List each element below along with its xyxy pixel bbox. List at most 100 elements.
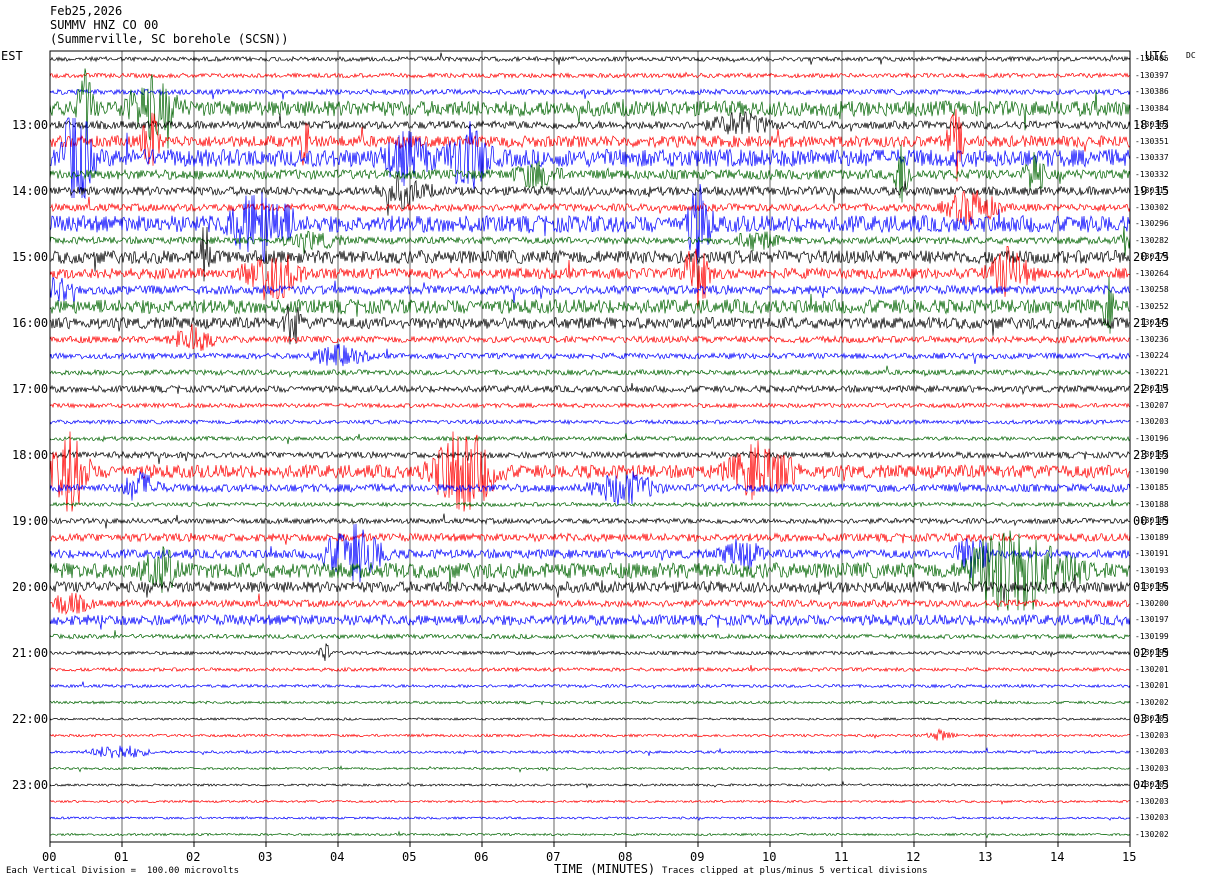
dc-offset-22: -130207: [1135, 400, 1169, 410]
x-tick-label-00: 00: [42, 850, 57, 864]
trace-line-26: [49, 431, 1131, 512]
trace-line-34: [49, 592, 1131, 615]
trace-line-46: [49, 799, 1131, 805]
dc-offset-27: -130185: [1135, 483, 1169, 492]
x-tick-label-14: 14: [1050, 850, 1065, 864]
dc-offset-19: -130224: [1135, 351, 1169, 360]
est-axis-label: EST: [1, 49, 23, 63]
trace-line-35: [49, 613, 1131, 630]
est-hour-label: 18:00: [12, 448, 49, 462]
x-tick-label-12: 12: [906, 850, 921, 864]
trace-line-23: [49, 418, 1131, 426]
trace-line-41: [49, 717, 1131, 721]
est-hour-label: 20:00: [12, 580, 49, 594]
dc-offset-15: -130258: [1135, 285, 1169, 294]
x-tick-label-13: 13: [978, 850, 993, 864]
trace-line-18: [49, 324, 1131, 351]
dc-offset-43: -130203: [1135, 747, 1169, 756]
dc-offset-1: -130405: [1135, 54, 1169, 63]
dc-offset-7: -130337: [1135, 153, 1169, 162]
est-hour-label: 16:00: [12, 316, 49, 330]
trace-line-21: [49, 383, 1131, 396]
dc-offset-17: -130247: [1135, 318, 1169, 327]
trace-line-37: [49, 643, 1131, 662]
dc-offset-11: -130296: [1135, 219, 1169, 228]
plot-frame: [49, 50, 1131, 843]
dc-offset-8: -130332: [1135, 169, 1169, 179]
dc-offset-29: -130189: [1135, 516, 1169, 525]
est-hour-label: 13:00: [12, 118, 49, 132]
dc-offset-13: -130274: [1135, 252, 1169, 261]
x-axis-title: TIME (MINUTES): [554, 862, 656, 876]
dc-offset-45: -130203: [1135, 780, 1169, 789]
trace-line-19: [49, 343, 1131, 367]
est-hour-label: 14:00: [12, 184, 49, 198]
trace-line-20: [49, 365, 1131, 378]
trace-line-3: [49, 88, 1131, 100]
dc-offset-23: -130203: [1135, 417, 1169, 426]
trace-line-47: [49, 816, 1131, 821]
est-hour-label: 21:00: [12, 646, 49, 660]
helicorder-plot: [49, 50, 1131, 847]
dc-offset-28: -130188: [1135, 499, 1169, 509]
dc-offset-39: -130201: [1135, 681, 1169, 690]
trace-line-2: [49, 71, 1131, 79]
trace-line-36: [49, 630, 1131, 641]
dc-offset-3: -130386: [1135, 87, 1169, 96]
trace-line-29: [49, 513, 1131, 529]
trace-line-42: [49, 728, 1131, 741]
dc-offset-41: -130203: [1135, 714, 1169, 723]
trace-line-30: [49, 532, 1131, 545]
clip-note: Traces clipped at plus/minus 5 vertical …: [662, 866, 928, 876]
dc-offset-10: -130302: [1135, 202, 1169, 212]
x-tick-label-09: 09: [690, 850, 705, 864]
x-tick-label-05: 05: [402, 850, 417, 864]
est-hour-label: 22:00: [12, 712, 49, 726]
trace-line-1: [49, 52, 1131, 65]
trace-line-39: [49, 681, 1131, 690]
dc-offset-36: -130199: [1135, 631, 1169, 641]
trace-line-33: [49, 574, 1131, 603]
dc-offset-40: -130202: [1135, 697, 1169, 707]
est-hour-label: 15:00: [12, 250, 49, 264]
dc-offset-24: -130196: [1135, 433, 1169, 443]
x-tick-label-06: 06: [474, 850, 489, 864]
x-tick-label-10: 10: [762, 850, 777, 864]
dc-offset-21: -130214: [1135, 384, 1169, 393]
dc-offset-25: -130192: [1135, 450, 1169, 459]
dc-offset-34: -130200: [1135, 598, 1169, 608]
dc-offset-38: -130201: [1135, 664, 1169, 674]
x-tick-label-11: 11: [834, 850, 849, 864]
x-ticks: [49, 842, 1131, 847]
dc-offset-48: -130202: [1135, 829, 1169, 839]
est-hour-label: 19:00: [12, 514, 49, 528]
trace-line-43: [49, 745, 1131, 759]
dc-offset-30: -130189: [1135, 532, 1169, 542]
dc-offset-12: -130282: [1135, 235, 1169, 245]
est-hour-label: 23:00: [12, 778, 49, 792]
dc-offset-31: -130191: [1135, 549, 1169, 558]
seismic-traces: [49, 52, 1131, 839]
x-tick-label-04: 04: [330, 850, 345, 864]
dc-offset-18: -130236: [1135, 334, 1169, 344]
dc-offset-5: -130362: [1135, 120, 1169, 129]
est-hour-label: 17:00: [12, 382, 49, 396]
x-tick-label-03: 03: [258, 850, 273, 864]
scale-note: Each Vertical Division = 100.00 microvol…: [6, 866, 239, 876]
dc-offset-6: -130351: [1135, 136, 1169, 146]
minute-gridlines: [49, 51, 1131, 842]
trace-line-44: [49, 765, 1131, 773]
x-tick-label-01: 01: [114, 850, 129, 864]
trace-line-15: [49, 276, 1131, 306]
trace-line-40: [49, 698, 1131, 706]
x-tick-label-15: 15: [1122, 850, 1137, 864]
dc-label: DC: [1186, 51, 1196, 60]
dc-offset-32: -130193: [1135, 565, 1169, 575]
dc-offset-46: -130203: [1135, 796, 1169, 806]
dc-offset-2: -130397: [1135, 70, 1169, 80]
dc-offset-35: -130197: [1135, 615, 1169, 624]
trace-line-22: [49, 402, 1131, 410]
x-tick-label-02: 02: [186, 850, 201, 864]
dc-offset-26: -130190: [1135, 466, 1169, 476]
trace-line-4: [49, 68, 1131, 149]
